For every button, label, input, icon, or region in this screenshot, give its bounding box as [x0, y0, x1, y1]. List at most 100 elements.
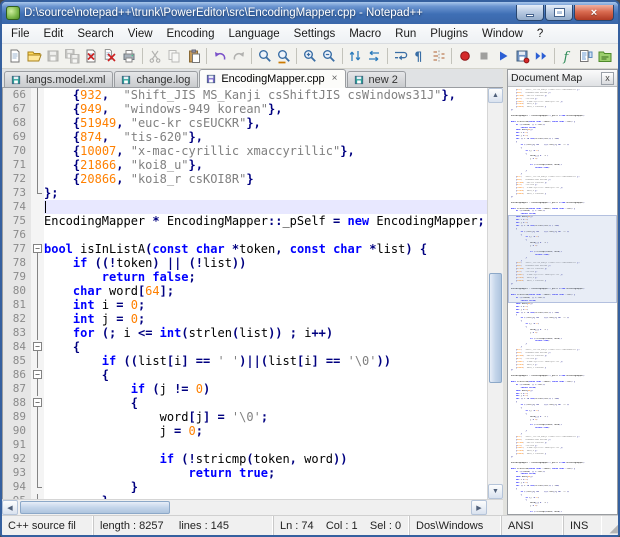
line-number: 93: [3, 466, 31, 480]
scroll-right-icon[interactable]: ▶: [471, 500, 487, 515]
open-file-button[interactable]: [24, 46, 43, 67]
fold-collapse-icon[interactable]: −: [33, 244, 42, 253]
print-button[interactable]: [120, 46, 139, 67]
sync-vertical-button[interactable]: [346, 46, 365, 67]
tab-change-log[interactable]: change.log: [114, 71, 198, 87]
zoom-out-button[interactable]: [320, 46, 339, 67]
toolbar-separator: [296, 48, 297, 64]
scroll-up-icon[interactable]: ▲: [488, 88, 503, 103]
close-all-button[interactable]: [101, 46, 120, 67]
show-all-chars-button[interactable]: ¶: [410, 46, 429, 67]
line-number: 77: [3, 242, 31, 256]
fold-collapse-icon[interactable]: −: [33, 342, 42, 351]
code-line-79: 79 return false;: [3, 270, 487, 284]
fold-margin: −: [31, 368, 44, 382]
word-wrap-button[interactable]: [391, 46, 410, 67]
copy-icon: [166, 48, 182, 64]
code-line-83: 83 for (; i <= int(strlen(list)) ; i++): [3, 326, 487, 340]
run-macro-multiple-button[interactable]: [531, 46, 550, 67]
show-all-chars-icon: ¶: [411, 48, 427, 64]
menu-item-run[interactable]: Run: [388, 26, 423, 42]
minimize-button[interactable]: [516, 5, 544, 21]
line-number: 91: [3, 438, 31, 452]
document-map-close-icon[interactable]: x: [601, 72, 614, 85]
vertical-scroll-track[interactable]: [488, 103, 503, 484]
code-editor[interactable]: 66 {932, "Shift_JIS MS_Kanji csShiftJIS …: [3, 88, 487, 499]
copy-button[interactable]: [165, 46, 184, 67]
cut-button[interactable]: [146, 46, 165, 67]
menu-item-search[interactable]: Search: [70, 26, 120, 42]
status-encoding: ANSI: [502, 516, 564, 535]
line-text: if (j != 0): [44, 382, 487, 396]
menu-item-settings[interactable]: Settings: [287, 26, 343, 42]
scroll-down-icon[interactable]: ▼: [488, 484, 503, 499]
title-bar[interactable]: D:\source\notepad++\trunk\PowerEditor\sr…: [2, 2, 618, 24]
fold-collapse-icon[interactable]: −: [33, 398, 42, 407]
fold-margin: [31, 494, 44, 499]
minimap-viewport[interactable]: [508, 215, 617, 303]
menu-item-macro[interactable]: Macro: [342, 26, 388, 42]
menu-item-language[interactable]: Language: [221, 26, 286, 42]
new-file-button[interactable]: [5, 46, 24, 67]
replace-button[interactable]: [274, 46, 293, 67]
horizontal-scroll-track[interactable]: [18, 500, 471, 515]
find-button[interactable]: [255, 46, 274, 67]
menu-item-file[interactable]: File: [4, 26, 37, 42]
status-length-lines: length : 8257 lines : 145: [94, 516, 274, 535]
play-macro-icon: [495, 48, 511, 64]
line-number: 89: [3, 410, 31, 424]
saved-file-icon: [10, 74, 22, 86]
fold-collapse-icon[interactable]: −: [33, 370, 42, 379]
resize-grip[interactable]: ◢: [602, 516, 618, 535]
menu-item-help[interactable]: ?: [530, 26, 550, 42]
doc-map-button[interactable]: [577, 46, 596, 67]
function-list-button[interactable]: f: [558, 46, 577, 67]
document-map-minimap[interactable]: {932, "Shift_JIS MS_Kanji csShiftJIS csW…: [508, 87, 617, 514]
code-line-80: 80 char word[64];: [3, 284, 487, 298]
stop-record-button[interactable]: [474, 46, 493, 67]
vertical-scrollbar[interactable]: ▲ ▼: [487, 88, 503, 499]
fold-margin: [31, 172, 44, 186]
paste-button[interactable]: [184, 46, 203, 67]
save-all-button[interactable]: [62, 46, 81, 67]
status-doctype: C++ source fil: [2, 516, 94, 535]
line-text: }: [44, 480, 487, 494]
close-button[interactable]: ×: [574, 5, 614, 21]
line-number: 66: [3, 88, 31, 102]
tab-encodingmapper-cpp[interactable]: EncodingMapper.cpp×: [199, 69, 345, 88]
horizontal-scroll-thumb[interactable]: [20, 501, 170, 514]
menu-item-view[interactable]: View: [121, 26, 160, 42]
play-macro-button[interactable]: [493, 46, 512, 67]
menu-item-window[interactable]: Window: [475, 26, 530, 42]
editor-pane: langs.model.xmlchange.logEncodingMapper.…: [2, 69, 503, 515]
code-line-67: 67 {949, "windows-949 korean"},: [3, 102, 487, 116]
save-button[interactable]: [43, 46, 62, 67]
record-macro-button[interactable]: [455, 46, 474, 67]
sync-vertical-icon: [347, 48, 363, 64]
open-file-icon: [26, 48, 42, 64]
line-number: 92: [3, 452, 31, 466]
line-number: 78: [3, 256, 31, 270]
line-text: {874, "tis-620"},: [44, 130, 487, 144]
sync-horizontal-button[interactable]: [365, 46, 384, 67]
tab-new-2[interactable]: new 2: [347, 71, 406, 87]
save-macro-button[interactable]: [512, 46, 531, 67]
scroll-left-icon[interactable]: ◀: [2, 500, 18, 515]
horizontal-scrollbar[interactable]: ◀ ▶: [2, 499, 503, 515]
zoom-in-button[interactable]: [300, 46, 319, 67]
line-number: 95: [3, 494, 31, 499]
close-button[interactable]: [82, 46, 101, 67]
indent-guide-button[interactable]: [429, 46, 448, 67]
undo-button[interactable]: [210, 46, 229, 67]
code-line-76: 76: [3, 228, 487, 242]
menu-item-encoding[interactable]: Encoding: [160, 26, 222, 42]
tab-langs-model-xml[interactable]: langs.model.xml: [4, 71, 113, 87]
redo-button[interactable]: [229, 46, 248, 67]
menu-item-plugins[interactable]: Plugins: [423, 26, 475, 42]
file-browser-button[interactable]: [596, 46, 615, 67]
maximize-button[interactable]: [545, 5, 573, 21]
vertical-scroll-thumb[interactable]: [489, 273, 502, 383]
menu-item-edit[interactable]: Edit: [37, 26, 71, 42]
document-map-header[interactable]: Document Map x: [508, 70, 617, 87]
tab-close-icon[interactable]: ×: [332, 74, 338, 83]
